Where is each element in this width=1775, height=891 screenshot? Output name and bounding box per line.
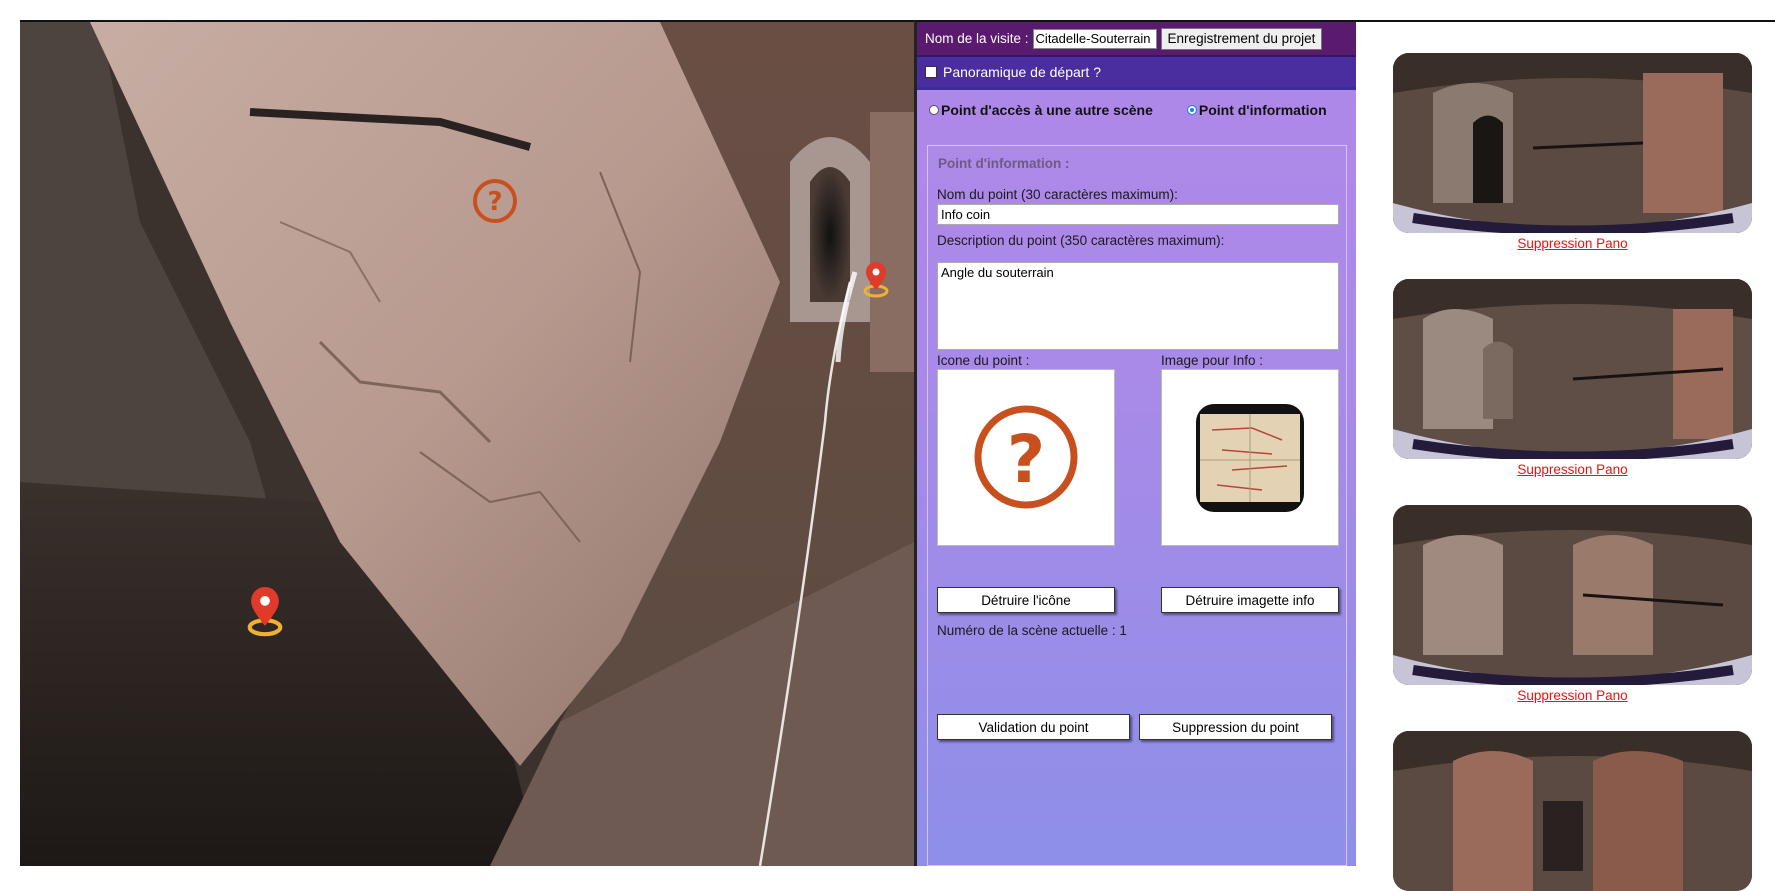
visit-bar: Nom de la visite : Enregistrement du pro… [917, 22, 1359, 55]
radio-info-label: Point d'information [1198, 102, 1327, 118]
panorama-thumbnail-image [1393, 505, 1752, 685]
delete-pano-link[interactable]: Suppression Pano [1393, 236, 1752, 251]
panorama-viewer[interactable]: ? [20, 20, 914, 866]
delete-pano-link[interactable]: Suppression Pano [1393, 688, 1752, 703]
point-name-input[interactable]: Info coin [937, 204, 1339, 225]
radio-info-option[interactable]: Point d'information [1186, 102, 1327, 118]
panorama-thumbnail-image [1393, 731, 1752, 891]
panorama-thumbnail-image [1393, 53, 1752, 233]
panorama-thumbnail[interactable] [1393, 53, 1752, 233]
svg-text:?: ? [487, 187, 502, 217]
delete-point-button[interactable]: Suppression du point [1139, 714, 1332, 740]
save-project-button[interactable]: Enregistrement du projet [1160, 27, 1323, 50]
point-description-label: Description du point (350 caractères max… [937, 233, 1225, 248]
point-icon-label: Icone du point : [937, 353, 1030, 368]
info-point-fieldset: Point d'information : Nom du point (30 c… [927, 145, 1347, 866]
panorama-image [20, 22, 914, 866]
panorama-thumbnail[interactable] [1393, 731, 1752, 891]
start-pano-bar: Panoramique de départ ? [917, 55, 1359, 90]
point-type-radios: Point d'accès à une autre scène Point d'… [917, 90, 1359, 130]
scene-number-row: Numéro de la scène actuelle : 1 [937, 623, 1127, 638]
svg-text:?: ? [1007, 421, 1045, 498]
question-icon: ? [473, 179, 517, 223]
scene-number-value: 1 [1119, 623, 1127, 638]
panorama-thumbnail-image [1393, 279, 1752, 459]
panorama-thumbnail-list: Suppression Pano Suppression Pano Suppre… [1356, 20, 1775, 891]
question-icon: ? [974, 405, 1078, 509]
map-pin-icon [863, 262, 889, 298]
visit-name-label: Nom de la visite : [925, 31, 1029, 46]
start-pano-checkbox[interactable] [925, 66, 937, 78]
map-pin-icon [247, 587, 283, 637]
radio-access-label: Point d'accès à une autre scène [941, 102, 1153, 118]
radio-access[interactable] [929, 105, 939, 115]
start-pano-label: Panoramique de départ ? [943, 64, 1101, 80]
destroy-icon-button[interactable]: Détruire l'icône [937, 587, 1115, 613]
panorama-thumbnail[interactable] [1393, 505, 1752, 685]
info-hotspot[interactable]: ? [471, 177, 519, 225]
delete-pano-link[interactable]: Suppression Pano [1393, 462, 1752, 477]
validate-point-button[interactable]: Validation du point [937, 714, 1130, 740]
info-image-preview[interactable] [1161, 369, 1339, 546]
point-icon-preview[interactable]: ? [937, 369, 1115, 546]
editor-panel: Nom de la visite : Enregistrement du pro… [914, 20, 1359, 866]
scene-number-label: Numéro de la scène actuelle : [937, 623, 1116, 638]
radio-info[interactable] [1186, 105, 1197, 115]
access-hotspot-floor[interactable] [245, 587, 285, 637]
point-name-label: Nom du point (30 caractères maximum): [937, 187, 1178, 202]
point-description-textarea[interactable]: Angle du souterrain [937, 262, 1339, 350]
visit-name-input[interactable] [1032, 28, 1157, 49]
access-hotspot-corridor[interactable] [862, 262, 890, 298]
map-document-icon [1196, 404, 1304, 512]
info-image-label: Image pour Info : [1161, 353, 1264, 368]
radio-access-option[interactable]: Point d'accès à une autre scène [929, 102, 1153, 118]
info-legend: Point d'information : [938, 156, 1070, 171]
panorama-thumbnail[interactable] [1393, 279, 1752, 459]
destroy-image-button[interactable]: Détruire imagette info [1161, 587, 1339, 613]
